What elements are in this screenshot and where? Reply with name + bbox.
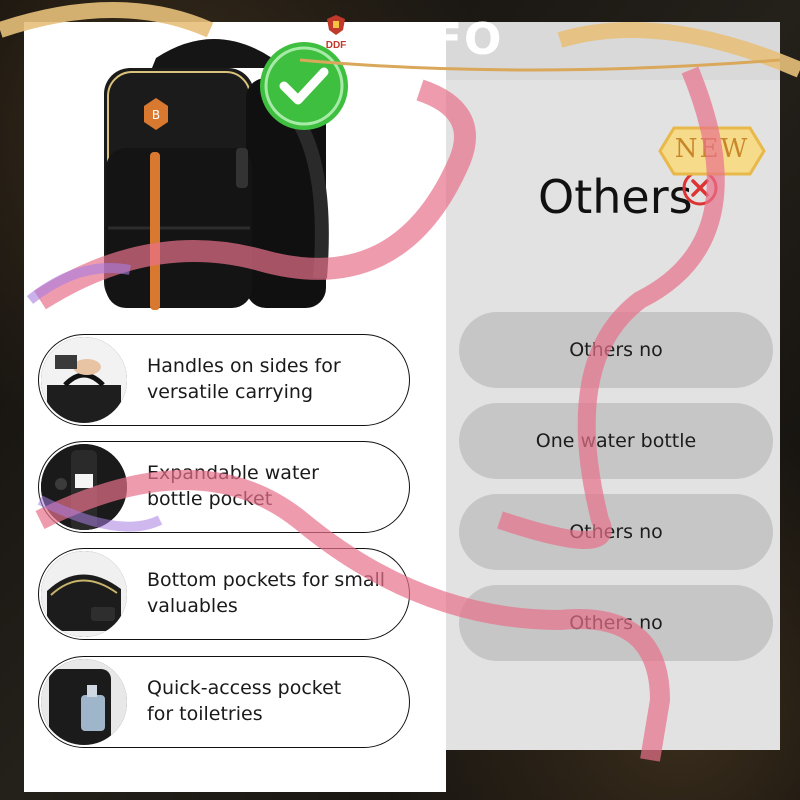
option-button[interactable]: One water bottle [459, 403, 773, 479]
new-badge-label: NEW [674, 134, 750, 164]
feature-item-handles: Handles on sides for versatile carrying [38, 334, 410, 426]
feature-text-line: bottle pocket [147, 488, 273, 510]
feature-text-line: valuables [147, 595, 238, 617]
feature-text-line: Bottom pockets for small [147, 569, 386, 591]
toiletry-pocket-icon [41, 659, 127, 745]
feature-text-line: Expandable water [147, 462, 319, 484]
shield-icon [327, 15, 345, 35]
option-button[interactable]: Others no [459, 585, 773, 661]
feature-item-toiletries: Quick-access pocket for toiletries [38, 656, 410, 748]
feature-item-water-bottle: Expandable water bottle pocket [38, 441, 410, 533]
bottom-pocket-icon [41, 551, 127, 637]
hand-holding-handle-icon [41, 337, 127, 423]
feature-text-line: Handles on sides for [147, 355, 341, 377]
feature-text-line: Quick-access pocket [147, 677, 342, 699]
option-button[interactable]: Others no [459, 312, 773, 388]
svg-text:B: B [152, 108, 160, 122]
feature-item-bottom-pockets: Bottom pockets for small valuables [38, 548, 410, 640]
feature-text-line: versatile carrying [147, 381, 314, 403]
corner-text: FO [432, 14, 504, 65]
feature-text-line: for toiletries [147, 703, 263, 725]
option-button[interactable]: Others no [459, 494, 773, 570]
checkmark-icon [260, 42, 348, 130]
new-badge: NEW [656, 122, 768, 180]
bottle-pocket-icon [41, 444, 127, 530]
